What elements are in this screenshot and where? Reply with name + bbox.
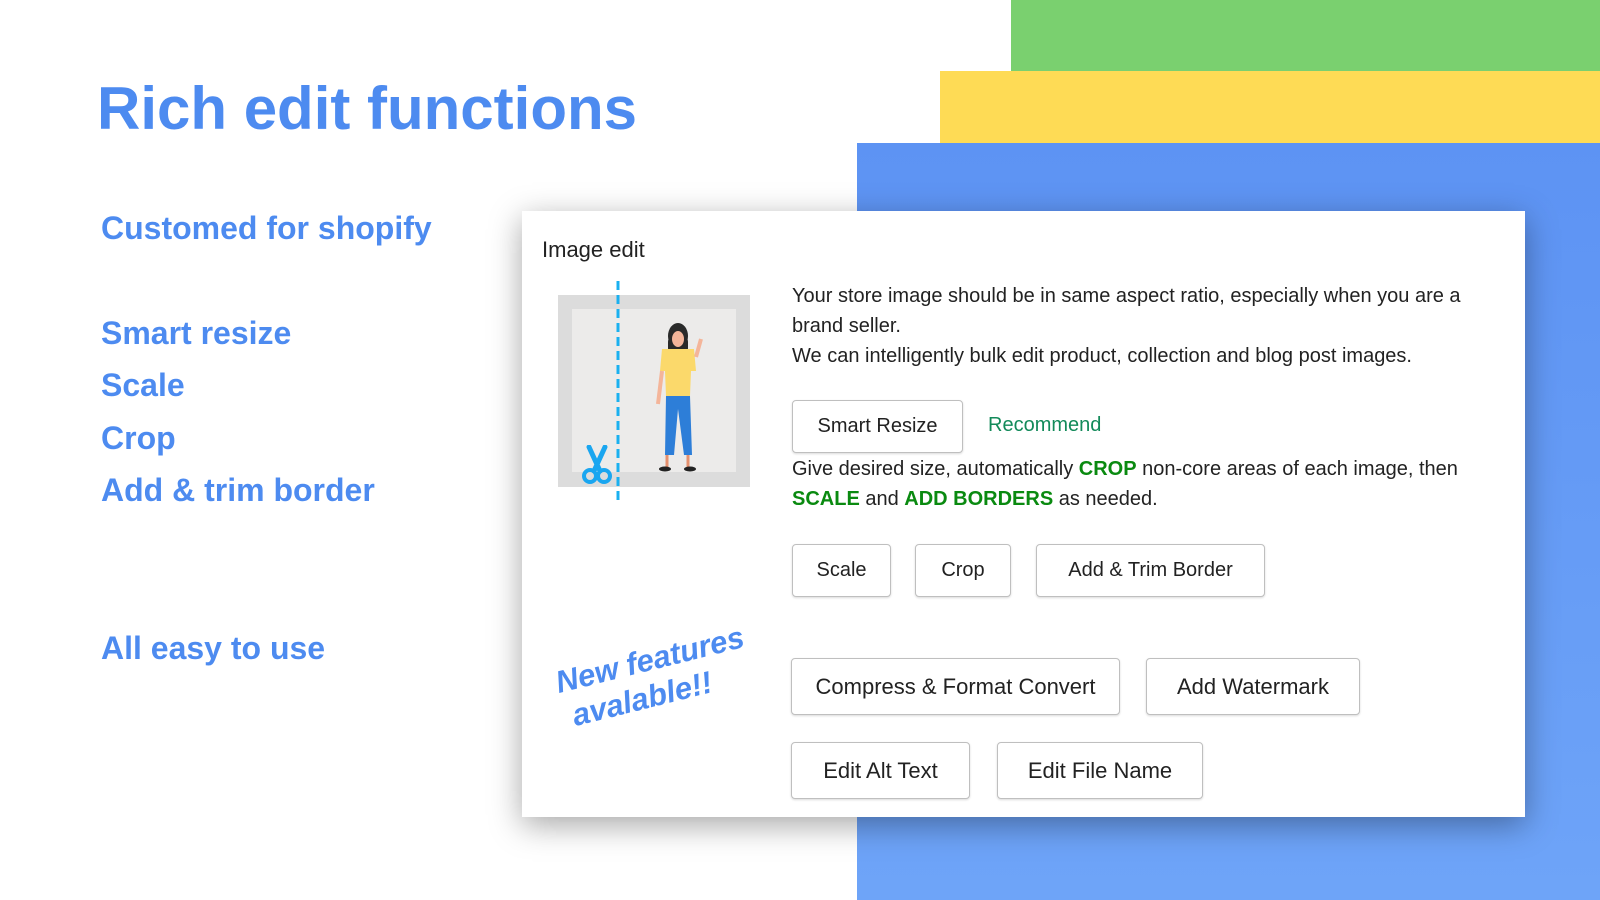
desc-borders: ADD BORDERS xyxy=(904,488,1054,510)
crop-illustration xyxy=(558,281,750,501)
desc-text: as needed. xyxy=(1053,488,1158,510)
intro-line: brand seller. xyxy=(792,315,901,337)
new-features-label: New features avalable!! xyxy=(552,619,757,736)
edit-alt-text-button[interactable]: Edit Alt Text xyxy=(791,742,970,799)
intro-line: Your store image should be in same aspec… xyxy=(792,285,1461,307)
image-edit-card: Image edit Your store image should be in… xyxy=(522,211,1525,817)
intro-text: Your store image should be in same aspec… xyxy=(792,281,1461,371)
recommend-label: Recommend xyxy=(988,414,1102,436)
add-watermark-button[interactable]: Add Watermark xyxy=(1146,658,1360,715)
desc-text: Give desired size, automatically xyxy=(792,458,1079,480)
card-title: Image edit xyxy=(542,237,645,262)
feature-easy: All easy to use xyxy=(101,630,326,666)
feature-item: Smart resize xyxy=(101,315,292,351)
scissors-icon xyxy=(582,445,612,484)
headline: Rich edit functions xyxy=(97,75,637,142)
add-trim-border-button[interactable]: Add & Trim Border xyxy=(1036,544,1265,597)
compress-format-convert-button[interactable]: Compress & Format Convert xyxy=(791,658,1120,715)
feature-customed: Customed for shopify xyxy=(101,210,432,246)
feature-item: Crop xyxy=(101,420,176,456)
scale-button[interactable]: Scale xyxy=(792,544,891,597)
feature-item: Scale xyxy=(101,367,185,403)
desc-text: and xyxy=(859,488,905,510)
edit-file-name-button[interactable]: Edit File Name xyxy=(997,742,1203,799)
smart-resize-button[interactable]: Smart Resize xyxy=(792,400,963,453)
intro-line: We can intelligently bulk edit product, … xyxy=(792,345,1412,367)
smart-resize-description: Give desired size, automatically CROP no… xyxy=(792,454,1458,514)
crop-button[interactable]: Crop xyxy=(915,544,1011,597)
feature-item: Add & trim border xyxy=(101,472,375,508)
desc-crop: CROP xyxy=(1078,458,1137,480)
yellow-band xyxy=(940,71,1600,143)
desc-scale: SCALE xyxy=(792,488,860,510)
desc-text: non-core areas of each image, then xyxy=(1136,458,1458,480)
green-band xyxy=(1011,0,1600,72)
